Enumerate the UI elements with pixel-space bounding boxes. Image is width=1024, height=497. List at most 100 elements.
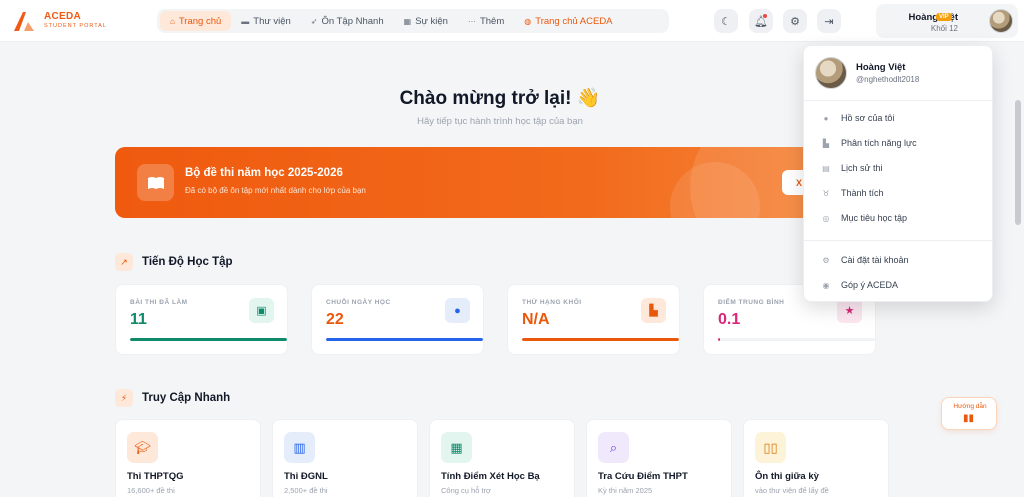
stat-value: N/A [522,311,550,328]
bolt-icon: ➶ [310,16,318,26]
divider [804,100,994,101]
nav-events[interactable]: ▦ Sự kiện [394,11,458,31]
moon-icon: ☾ [721,15,731,28]
book-icon: ▮▮ [963,413,975,424]
target-icon: ◎ [822,213,830,223]
menu-item-profile[interactable]: ● Hồ sơ của tôi [820,111,895,125]
dropdown-user-handle: @nghethodlt2018 [856,75,920,84]
stat-progress-fill [326,338,483,341]
nav-quick-review[interactable]: ➶ Ôn Tập Nhanh [301,11,394,31]
book-icon [137,164,174,201]
chat-icon: ◉ [822,280,830,290]
podium-icon: ▙ [641,298,666,323]
flame-icon: ● [445,298,470,323]
history-icon: ▤ [822,163,830,173]
menu-item-account-settings[interactable]: ⚙ Cài đặt tài khoản [820,253,908,267]
guide-label: Hướng dẫn [953,403,987,410]
file-check-icon: ▣ [249,298,274,323]
progress-section-header: ↗ Tiến Độ Học Tập [115,253,233,271]
nav-library[interactable]: ▬ Thư viện [231,11,301,31]
aceda-logo-icon [14,12,34,31]
trend-icon: ↗ [115,253,133,271]
quick-card-subtitle: Công cụ hỗ trợ [441,486,491,495]
stat-label: CHUỖI NGÀY HỌC [326,299,391,306]
quick-card-transcript-calc[interactable]: ▦ Tính Điểm Xét Học Bạ Công cụ hỗ trợ [429,419,575,497]
stat-label: THỨ HẠNG KHỐI [522,299,582,306]
medal-icon: ♉ [822,188,830,198]
menu-item-achievements[interactable]: ♉ Thành tích [820,186,884,200]
divider [804,240,994,241]
stat-progress-fill [718,338,720,341]
vip-badge: VIP [936,13,952,21]
nav-label: Trang chủ ACEDA [535,15,613,27]
announcement-banner[interactable]: Bộ đề thi năm học 2025-2026 Đã có bộ đề … [115,147,890,218]
notifications-button[interactable]: 🔔︎ [749,9,773,33]
stat-card-rank[interactable]: THỨ HẠNG KHỐI N/A ▙ [507,284,680,355]
stat-progress-fill [130,338,287,341]
brand-title: ACEDA [44,11,82,23]
quick-card-subtitle: 16,600+ đề thi [127,486,175,495]
stat-value: 11 [130,311,147,328]
quick-card-score-lookup[interactable]: ⌕ Tra Cứu Điểm THPT Kỳ thi năm 2025 [586,419,732,497]
quick-card-midterm[interactable]: ▯▯ Ôn thi giữa kỳ vào thư viện để lấy đề [743,419,889,497]
quick-card-thptqg[interactable]: 🎓︎ Thi THPTQG 16,600+ đề thi [115,419,261,497]
settings-button[interactable]: ⚙ [783,9,807,33]
notification-dot [763,14,767,18]
nav-more[interactable]: ··· Thêm [458,11,514,31]
chart-icon: ▙ [822,138,830,148]
banner-title: Bộ đề thi năm học 2025-2026 [185,167,343,179]
user-menu-button[interactable]: Hoàng Việt VIP Khối 12 [876,4,1018,38]
stat-label: ĐIỂM TRUNG BÌNH [718,299,785,306]
page-scrollbar[interactable] [1015,100,1021,225]
gear-icon: ⚙ [790,15,800,28]
menu-item-analysis[interactable]: ▙ Phân tích năng lực [820,136,917,150]
user-grade: Khối 12 [930,24,958,33]
menu-item-label: Góp ý ACEDA [841,280,899,290]
stat-card-streak[interactable]: CHUỖI NGÀY HỌC 22 ● [311,284,484,355]
stat-progress-bar [130,338,287,341]
menu-item-label: Thành tích [841,188,884,198]
stat-value: 0.1 [718,311,741,328]
banner-description: Đã có bộ đề ôn tập mới nhất dành cho lớp… [185,186,366,195]
quick-card-title: Tính Điểm Xét Học Bạ [441,471,540,482]
menu-item-exam-history[interactable]: ▤ Lịch sử thi [820,161,883,175]
globe-icon: ◍ [524,16,532,26]
home-icon: ⌂ [170,16,175,26]
quick-card-title: Thi THPTQG [127,471,184,482]
menu-item-feedback[interactable]: ◉ Góp ý ACEDA [820,278,899,292]
building-icon: ▥ [284,432,315,463]
stat-value: 22 [326,311,344,328]
more-icon: ··· [467,16,476,26]
menu-item-label: Hồ sơ của tôi [841,113,895,123]
quick-card-subtitle: 2,500+ đề thi [284,486,328,495]
nav-aceda-home[interactable]: ◍ Trang chủ ACEDA [514,11,622,31]
nav-label: Sự kiện [415,15,448,27]
theme-toggle-button[interactable]: ☾ [714,9,738,33]
menu-item-goals[interactable]: ◎ Mục tiêu học tập [820,211,908,225]
nav-label: Thư viện [253,15,291,27]
nav-label: Thêm [479,15,505,27]
stat-card-exams[interactable]: BÀI THI ĐÃ LÀM 11 ▣ [115,284,288,355]
guide-button[interactable]: Hướng dẫn ▮▮ [941,397,997,430]
quick-card-title: Tra Cứu Điểm THPT [598,471,688,482]
nav-home[interactable]: ⌂ Trang chủ [160,11,232,31]
menu-item-label: Lịch sử thi [841,163,883,173]
logo[interactable]: ACEDA STUDENT PORTAL [12,10,107,32]
avatar [989,9,1013,33]
calculator-icon: ▦ [441,432,472,463]
search-icon: ⌕ [598,432,629,463]
logout-button[interactable]: ⇥ [817,9,841,33]
brand-subtitle: STUDENT PORTAL [44,23,107,30]
stat-progress-bar [326,338,483,341]
quick-card-dgnl[interactable]: ▥ Thi ĐGNL 2,500+ đề thi [272,419,418,497]
menu-item-label: Phân tích năng lực [841,138,917,148]
quick-card-title: Ôn thi giữa kỳ [755,471,819,482]
book-open-icon: ▯▯ [755,432,786,463]
nav-label: Ôn Tập Nhanh [321,15,384,27]
dropdown-user-name: Hoàng Việt [856,62,906,73]
quick-card-title: Thi ĐGNL [284,471,328,482]
avatar [815,57,847,89]
menu-item-label: Mục tiêu học tập [841,213,908,223]
top-bar: ACEDA STUDENT PORTAL ⌂ Trang chủ ▬ Thư việ… [0,0,1024,42]
bolt-icon: ⚡︎ [115,389,133,407]
